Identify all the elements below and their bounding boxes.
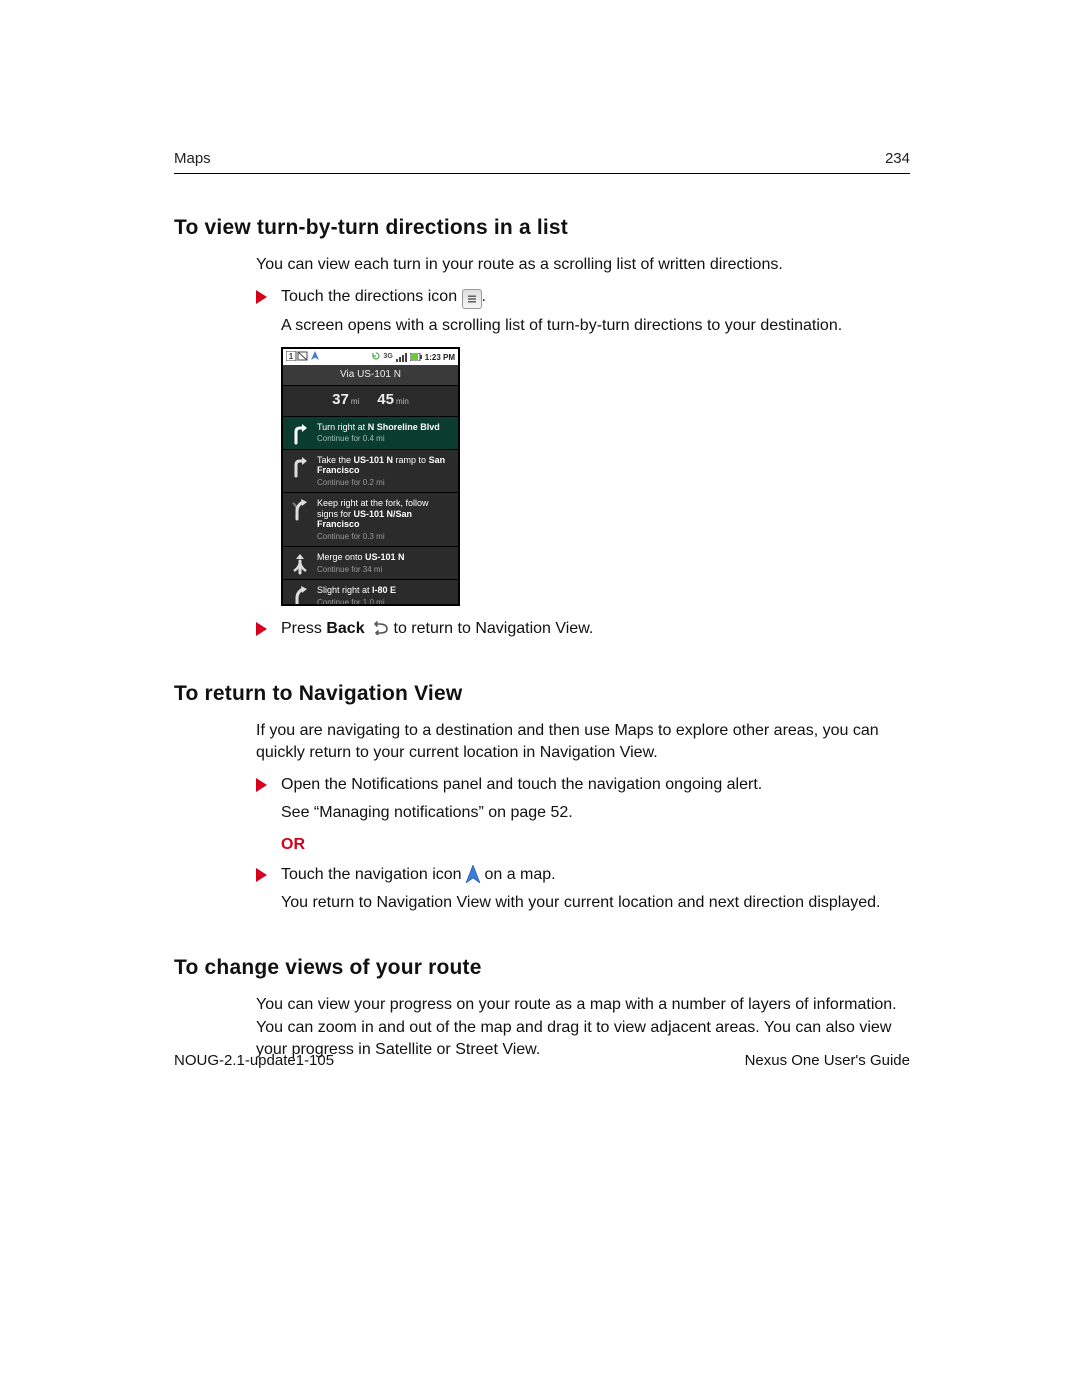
summary-time-unit: min <box>396 397 409 406</box>
phone-status-bar: 1 3G <box>283 349 458 365</box>
direction-continue: Continue for 1.0 mi <box>317 596 452 604</box>
directions-list-icon <box>462 289 482 309</box>
paragraph-change-views: You can view your progress on your route… <box>256 994 910 1060</box>
direction-continue: Continue for 0.3 mi <box>317 532 452 542</box>
bullet-icon <box>256 290 267 304</box>
direction-maneuver-icon <box>289 455 311 488</box>
phone-direction-step: Merge onto US-101 N Continue for 34 mi <box>283 547 458 580</box>
phone-screenshot: 1 3G <box>281 347 460 606</box>
step-press-back: Press Back to return to Navigation View. <box>256 618 910 640</box>
signal-icon <box>396 353 407 362</box>
phone-direction-step: Turn right at N Shoreline BlvdContinue f… <box>283 417 458 450</box>
phone-direction-step: Slight right at I-80 EContinue for 1.0 m… <box>283 580 458 604</box>
phone-summary: 37mi 45min <box>283 386 458 417</box>
back-key-icon <box>369 620 389 634</box>
footer-doc-id: NOUG-2.1-update1-105 <box>174 1052 334 1069</box>
step1-text-b: . <box>482 288 486 305</box>
status-time: 1:23 PM <box>425 352 455 363</box>
direction-continue: Continue for 0.2 mi <box>317 478 452 488</box>
sync-icon <box>372 352 380 362</box>
bullet-icon <box>256 868 267 882</box>
heading-change-views: To change views of your route <box>174 956 910 980</box>
header-section: Maps <box>174 150 211 167</box>
step-open-notifications: Open the Notifications panel and touch t… <box>256 774 910 796</box>
status-3g: 3G <box>383 352 392 362</box>
direction-continue: Continue for 34 mi <box>317 565 452 575</box>
navigation-arrow-icon <box>466 865 480 883</box>
direction-text: Slight right at I-80 E <box>317 585 452 596</box>
or-separator: OR <box>281 834 910 856</box>
step4-text-a: Touch the navigation icon <box>281 866 466 883</box>
step-touch-directions-icon: Touch the directions icon . <box>256 286 910 309</box>
intro-paragraph-1: You can view each turn in your route as … <box>256 254 910 276</box>
phone-direction-step: Take the US-101 N ramp to San FranciscoC… <box>283 450 458 493</box>
step2-text-b: to return to Navigation View. <box>389 620 593 637</box>
direction-maneuver-icon <box>289 585 311 604</box>
step-touch-navigation-icon: Touch the navigation icon on a map. <box>256 864 910 886</box>
svg-text:1: 1 <box>289 352 294 361</box>
header-page-number: 234 <box>885 150 910 167</box>
status-left-icons: 1 <box>286 351 320 364</box>
direction-text: Turn right at N Shoreline Blvd <box>317 422 452 433</box>
direction-continue: Continue for 0.4 mi <box>317 434 452 444</box>
battery-icon <box>410 353 422 361</box>
phone-via-label: Via US-101 N <box>283 365 458 386</box>
direction-text: Keep right at the fork, follow signs for… <box>317 498 452 530</box>
summary-time: 45 <box>377 391 394 408</box>
paragraph-screen-opens: A screen opens with a scrolling list of … <box>281 315 910 337</box>
step1-text-a: Touch the directions icon <box>281 288 462 305</box>
paragraph-return-intro: If you are navigating to a destination a… <box>256 720 910 764</box>
direction-text: Merge onto US-101 N <box>317 552 452 563</box>
step4-text-b: on a map. <box>480 866 556 883</box>
summary-distance: 37 <box>332 391 349 408</box>
step2-text-a: Press <box>281 620 326 637</box>
summary-distance-unit: mi <box>351 397 359 406</box>
step3-text: Open the Notifications panel and touch t… <box>281 774 910 796</box>
heading-return-navigation: To return to Navigation View <box>174 682 910 706</box>
direction-maneuver-icon <box>289 422 311 445</box>
bullet-icon <box>256 778 267 792</box>
paragraph-see-managing: See “Managing notifications” on page 52. <box>281 802 910 824</box>
heading-view-turn-by-turn: To view turn-by-turn directions in a lis… <box>174 216 910 240</box>
direction-maneuver-icon <box>289 498 311 542</box>
footer-doc-title: Nexus One User's Guide <box>745 1052 910 1069</box>
bullet-icon <box>256 622 267 636</box>
running-footer: NOUG-2.1-update1-105 Nexus One User's Gu… <box>174 1052 910 1069</box>
paragraph-return-result: You return to Navigation View with your … <box>281 892 910 914</box>
step2-bold: Back <box>326 620 364 637</box>
phone-direction-step: Keep right at the fork, follow signs for… <box>283 493 458 547</box>
direction-maneuver-icon <box>289 552 311 575</box>
direction-text: Take the US-101 N ramp to San Francisco <box>317 455 452 477</box>
running-header: Maps 234 <box>174 150 910 174</box>
